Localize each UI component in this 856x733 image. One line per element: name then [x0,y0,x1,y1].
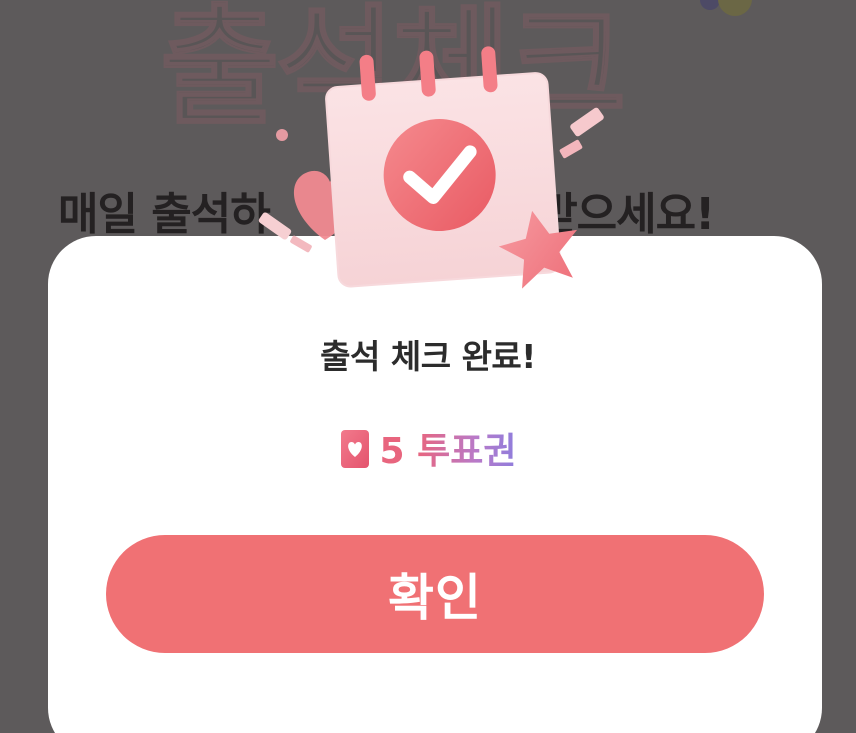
attendance-page: 출석체크 매일 출석하권받으세요! 출석 체크 완료! 5 투표권 확인 [0,0,856,733]
reward-summary: 5 투표권 [0,422,856,474]
background-subtitle-start: 매일 출석하 [58,189,271,240]
calendar-check-illustration [258,46,604,289]
background-decoration [718,0,752,16]
background-decoration [700,0,720,10]
attendance-complete-dialog [48,236,822,733]
reward-unit: 투표권 [417,431,517,472]
confirm-button[interactable]: 확인 [106,535,764,653]
reward-count: 5 [379,431,405,472]
heart-ticket-icon [340,430,369,468]
dialog-title: 출석 체크 완료! [320,337,536,376]
